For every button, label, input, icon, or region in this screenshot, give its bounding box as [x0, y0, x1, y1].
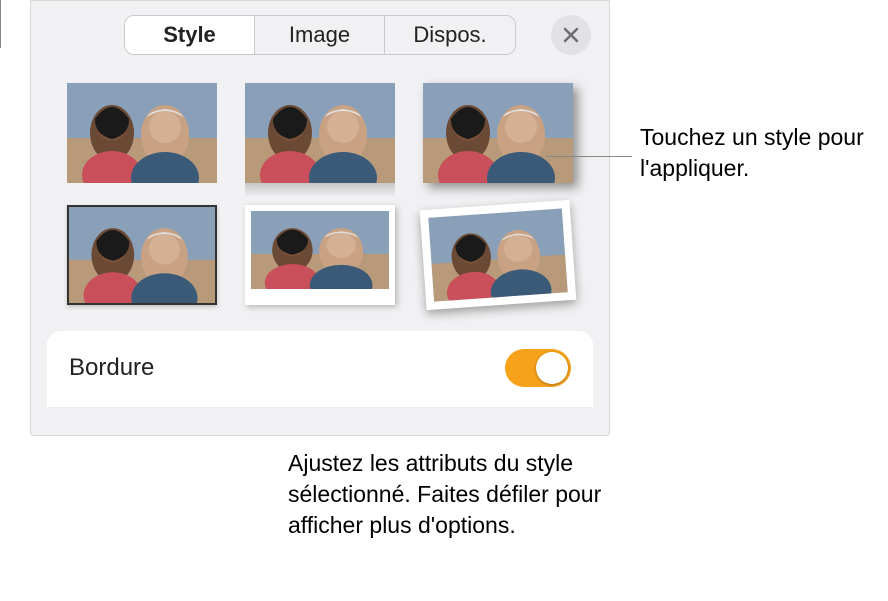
style-thumb-matte-tilted[interactable]: [420, 200, 577, 310]
style-thumbnails-grid: [31, 65, 609, 331]
bordure-row: Bordure: [47, 331, 593, 408]
style-thumb-polaroid[interactable]: [245, 205, 395, 305]
callout-adjust-attributes: Ajustez les attributs du style sélection…: [288, 448, 618, 541]
callout-apply-style: Touchez un style pour l'appliquer.: [640, 122, 880, 184]
bordure-toggle[interactable]: [505, 349, 571, 387]
style-thumb-reflection[interactable]: [245, 83, 395, 183]
photo-thumbnail: [67, 205, 217, 305]
close-button[interactable]: [551, 15, 591, 55]
photo-thumbnail: [428, 208, 568, 301]
close-icon: [563, 27, 579, 43]
photo-thumbnail: [423, 83, 573, 183]
style-thumb-border[interactable]: [67, 205, 217, 305]
bordure-label: Bordure: [69, 354, 154, 382]
format-panel: Style Image Dispos.: [30, 0, 610, 436]
photo-thumbnail: [245, 83, 395, 183]
tab-bar: Style Image Dispos.: [31, 1, 609, 65]
tab-image[interactable]: Image: [255, 16, 385, 54]
tab-dispos[interactable]: Dispos.: [385, 16, 515, 54]
style-thumb-plain[interactable]: [67, 83, 217, 183]
photo-thumbnail: [251, 211, 389, 289]
tab-style[interactable]: Style: [125, 16, 255, 54]
callout-leader-1: [546, 156, 632, 157]
photo-thumbnail: [67, 83, 217, 183]
callout-leader-2: [0, 0, 1, 48]
toggle-knob: [536, 352, 568, 384]
segmented-control: Style Image Dispos.: [124, 15, 516, 55]
style-thumb-drop-shadow[interactable]: [423, 83, 573, 183]
